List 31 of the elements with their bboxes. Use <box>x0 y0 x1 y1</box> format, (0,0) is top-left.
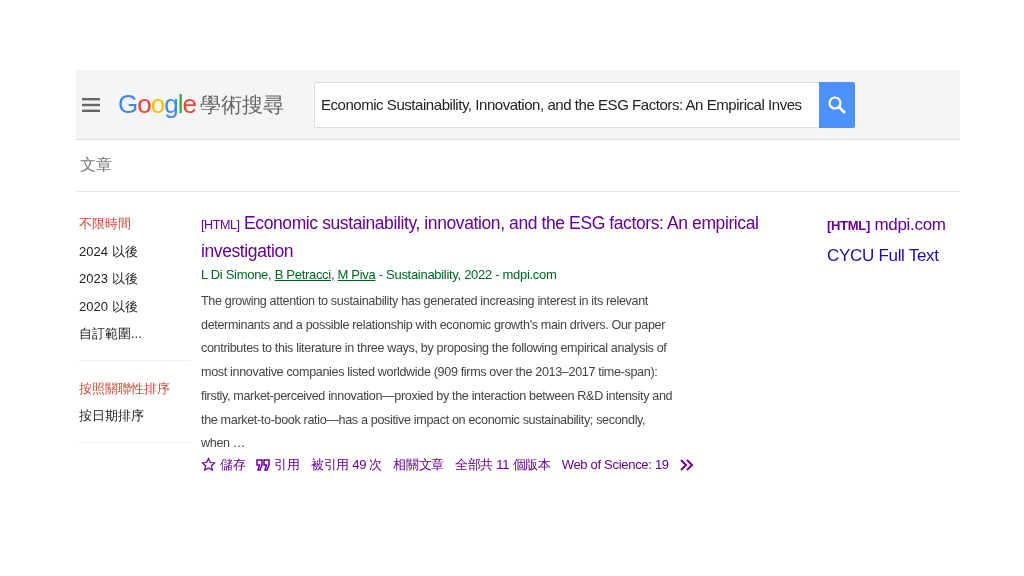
result-link[interactable]: Web of Science: 19 <box>561 457 669 473</box>
result-link[interactable]: 相關文章 <box>393 455 444 474</box>
sidebar-item[interactable]: 自訂範圍... <box>79 320 191 348</box>
sidebar-item[interactable]: 不限時間 <box>79 210 191 238</box>
star-icon <box>201 457 216 473</box>
sidebar-item[interactable]: 2020 以後 <box>79 292 191 320</box>
product-name: 學術搜尋 <box>199 91 284 118</box>
result-title[interactable]: [HTML] Economic sustainability, innovation, and the ESG factors: An empirical investigation <box>201 210 811 264</box>
quote-icon <box>256 458 271 471</box>
source-text: - Sustainability, 2022 - mdpi.com <box>378 267 557 282</box>
html-link[interactable]: [HTML] mdpi.com <box>827 210 946 241</box>
section-title: 文章 <box>80 155 112 175</box>
more-icon[interactable] <box>679 458 695 471</box>
save-link[interactable]: 儲存 <box>201 455 246 474</box>
search-button[interactable] <box>818 81 855 128</box>
sidebar-item[interactable]: 按日期排序 <box>79 402 191 430</box>
author-name: L Di Simone, <box>201 267 272 282</box>
sidebar-item[interactable]: 2023 以後 <box>79 265 191 293</box>
result-link[interactable]: 被引用 49 次 <box>310 455 383 474</box>
logo[interactable]: Google <box>118 89 196 120</box>
result-link[interactable]: 全部共 11 個版本 <box>454 455 551 474</box>
search-icon <box>826 94 847 115</box>
author-link[interactable]: M Piva <box>337 267 376 282</box>
author-link[interactable]: B Petracci, <box>274 267 335 282</box>
full-text-link[interactable]: CYCU Full Text <box>827 241 946 271</box>
search-field[interactable]: Economic Sustainability, Innovation, and the ESG Factors: An Empirical Inves <box>313 81 819 128</box>
result-snippet: The growing attention to sustainability has generated increasing interest in its relevant determinants and a possible relationship with economic growth's main drivers. Our paper contributes to this literature in three ways, by proposing the following empirical analysis of most innovative companies listed worldwide (909 firms over the 2013–2017 time-span): firstly, market-perceived innovation—proxied by the interaction between R&D intensity and the market-to-book ratio—has a positive impact on economic sustainability; secondly, when … <box>201 293 673 453</box>
sidebar-item[interactable]: 2024 以後 <box>79 237 191 265</box>
menu-icon[interactable] <box>82 97 100 112</box>
sidebar-item[interactable]: 按照關聯性排序 <box>79 374 191 402</box>
cite-link[interactable]: 引用 <box>256 455 300 474</box>
